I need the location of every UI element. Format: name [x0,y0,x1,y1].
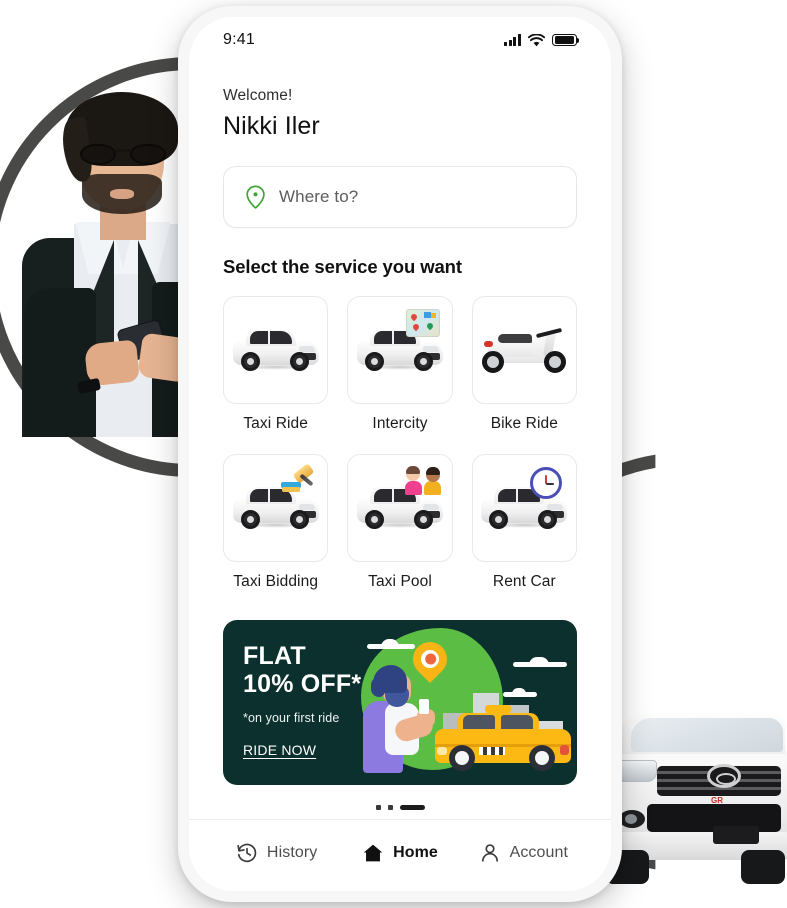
service-cell-taxi-bidding: Taxi Bidding [223,454,329,605]
user-name: Nikki Iler [223,112,320,140]
service-label: Taxi Bidding [233,573,319,590]
nav-item-history[interactable]: History [215,842,338,870]
nav-item-account[interactable]: Account [462,842,585,870]
destination-search-input[interactable]: Where to? [223,166,577,228]
service-label: Rent Car [492,573,556,590]
carousel-dot-1[interactable] [375,804,381,810]
carousel-pagination [223,799,577,815]
nav-label-home: Home [393,843,438,861]
home-icon [363,844,383,861]
service-card-taxi-ride[interactable] [223,296,329,404]
hero-photo-white-suv: GR [595,704,787,890]
white-scooter-art [478,327,570,373]
location-pin-icon [246,185,265,209]
status-bar-icons [504,33,580,47]
services-section-title: Select the service you want [223,256,462,277]
map-icon [405,309,440,339]
gavel-icon [281,463,315,497]
promo-text-block: FLAT 10% OFF* *on your first ride RIDE N… [243,642,361,760]
service-label: Taxi Ride [243,415,308,432]
promo-illustration [345,620,577,785]
nav-label-history: History [266,843,318,861]
promo-headline-line1: FLAT [243,642,306,670]
screenshot-stage: GR 9:41 Welcome! Nikki Iler Where to? Se… [0,0,787,908]
promo-banner[interactable]: FLAT 10% OFF* *on your first ride RIDE N… [223,620,577,785]
service-label: Taxi Pool [368,573,432,590]
service-cell-bike-ride: Bike Ride [471,296,577,447]
services-grid: Taxi Ride Intercity Bike Ride Taxi Biddi… [223,296,577,605]
phone-screen: 9:41 Welcome! Nikki Iler Where to? Selec… [189,17,611,891]
battery-full-icon [552,33,580,47]
promo-disclaimer: *on your first ride [243,711,340,725]
greeting-text: Welcome! [223,87,293,104]
search-placeholder-text: Where to? [279,187,359,206]
bottom-navigation-bar: History Home Account [189,819,611,891]
cellular-signal-icon [504,34,521,46]
status-bar-time: 9:41 [223,31,255,48]
service-cell-taxi-ride: Taxi Ride [223,296,329,447]
service-cell-intercity: Intercity [347,296,453,447]
person-illustration [355,659,441,777]
nav-label-account: Account [509,843,569,861]
service-card-intercity[interactable] [347,296,453,404]
suv-badge-text: GR [711,796,723,805]
service-card-bike-ride[interactable] [471,296,577,404]
clock-rewind-icon [237,843,257,862]
nav-item-home[interactable]: Home [338,842,461,870]
clock-icon [530,467,564,499]
service-cell-taxi-pool: Taxi Pool [347,454,453,605]
service-cell-rent-car: Rent Car [471,454,577,605]
service-card-taxi-bidding[interactable] [223,454,329,562]
status-bar: 9:41 [189,17,611,63]
carousel-dot-2[interactable] [387,804,393,810]
person-icon [481,843,498,862]
promo-headline-line2: 10% OFF* [243,670,362,698]
white-sedan-car-art [232,328,319,372]
phone-device-frame: 9:41 Welcome! Nikki Iler Where to? Selec… [178,6,622,902]
service-label: Bike Ride [490,415,558,432]
carousel-dot-3[interactable] [399,804,425,810]
yellow-taxi-illustration [435,701,571,771]
service-card-taxi-pool[interactable] [347,454,453,562]
service-card-rent-car[interactable] [471,454,577,562]
ride-now-link[interactable]: RIDE NOW [243,742,316,758]
screen-content: Welcome! Nikki Iler Where to? Select the… [189,63,611,819]
two-people-icon [404,466,441,497]
service-label: Intercity [372,415,428,432]
wifi-icon [528,33,545,46]
